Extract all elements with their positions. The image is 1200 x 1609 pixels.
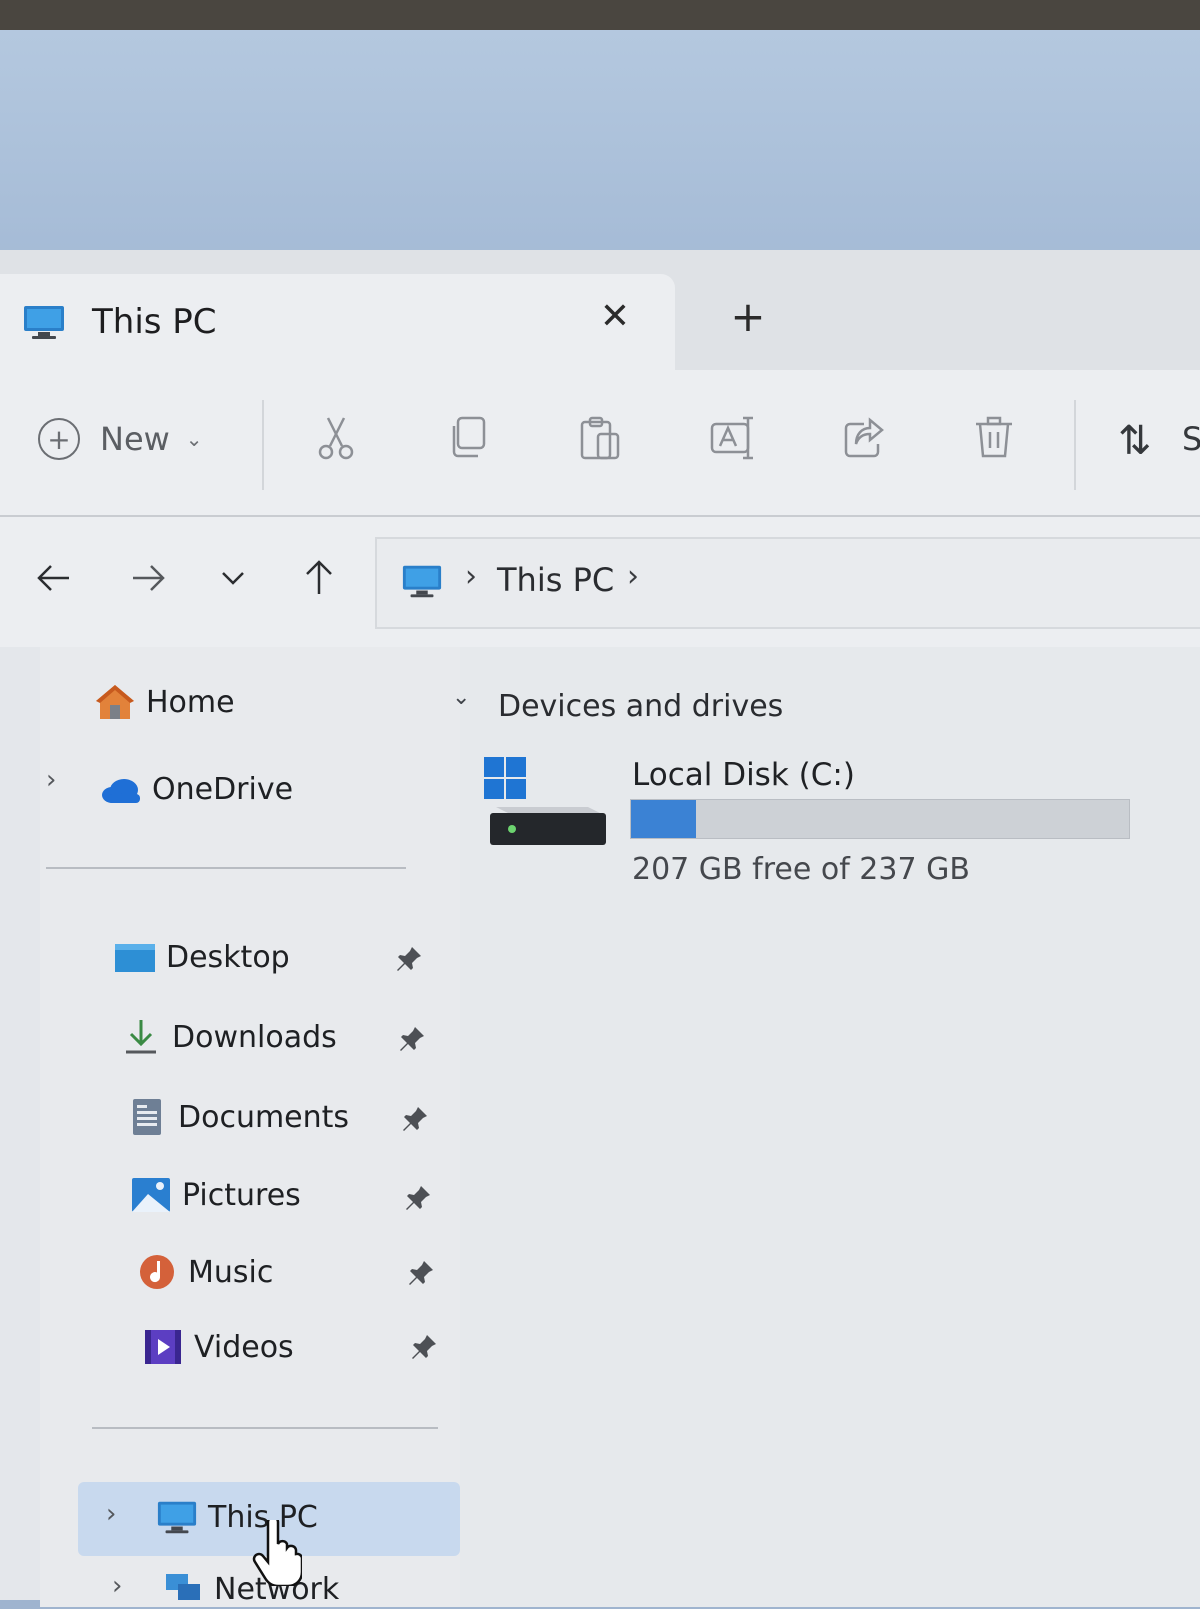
sidebar-divider bbox=[46, 867, 406, 869]
breadcrumb-separator[interactable]: › bbox=[627, 559, 639, 594]
delete-icon bbox=[976, 416, 1012, 458]
paste-button[interactable] bbox=[572, 410, 628, 466]
share-button[interactable] bbox=[836, 410, 892, 466]
file-explorer-window: This PC ✕ + + New ⌄ ⇅ S › This PC › Home… bbox=[0, 250, 1200, 1607]
sidebar-item-label: Downloads bbox=[172, 1019, 337, 1055]
sidebar-item-music[interactable]: Music bbox=[134, 1252, 273, 1292]
forward-arrow-icon bbox=[133, 565, 165, 591]
hand-cursor-icon bbox=[252, 1520, 302, 1586]
hard-drive-icon bbox=[484, 757, 606, 845]
up-button[interactable] bbox=[294, 553, 344, 603]
new-button[interactable]: + New ⌄ bbox=[38, 418, 203, 460]
documents-icon bbox=[133, 1099, 161, 1135]
drive-usage-fill bbox=[631, 800, 696, 838]
chevron-down-icon: ⌄ bbox=[185, 427, 203, 451]
tab-title: This PC bbox=[92, 302, 217, 342]
sidebar-item-label: Home bbox=[146, 684, 235, 720]
monitor-icon bbox=[402, 565, 442, 598]
sidebar-item-onedrive[interactable]: OneDrive bbox=[98, 769, 293, 809]
breadcrumb-this-pc[interactable]: This PC bbox=[497, 561, 614, 599]
pin-icon[interactable] bbox=[401, 1105, 429, 1133]
music-icon bbox=[140, 1255, 174, 1289]
delete-button[interactable] bbox=[966, 410, 1022, 466]
rename-icon bbox=[710, 416, 753, 460]
new-label: New bbox=[100, 420, 170, 458]
drive-name: Local Disk (C:) bbox=[632, 757, 855, 793]
pin-icon[interactable] bbox=[404, 1184, 432, 1212]
pin-icon[interactable] bbox=[398, 1025, 426, 1053]
navigation-bar: › This PC › bbox=[0, 517, 1200, 647]
sidebar-item-label: Music bbox=[188, 1254, 274, 1290]
navigation-pane: Home › OneDrive Desktop Downloads Docume… bbox=[40, 647, 460, 1607]
expand-this-pc-icon[interactable]: › bbox=[106, 1499, 116, 1529]
up-arrow-icon bbox=[306, 560, 332, 594]
monitor-icon bbox=[24, 306, 64, 339]
toolbar-divider bbox=[1074, 400, 1076, 490]
sidebar-item-pictures[interactable]: Pictures bbox=[128, 1175, 301, 1215]
sidebar-item-label: OneDrive bbox=[152, 771, 294, 807]
sidebar-item-downloads[interactable]: Downloads bbox=[118, 1017, 337, 1057]
copy-icon bbox=[452, 416, 486, 458]
sidebar-item-home[interactable]: Home bbox=[92, 682, 235, 722]
back-button[interactable] bbox=[28, 553, 78, 603]
close-tab-icon[interactable]: ✕ bbox=[595, 296, 635, 337]
network-icon bbox=[166, 1574, 200, 1600]
expand-onedrive-icon[interactable]: › bbox=[46, 765, 56, 795]
tab-this-pc[interactable]: This PC ✕ bbox=[0, 274, 675, 370]
breadcrumb-separator[interactable]: › bbox=[465, 559, 477, 594]
plus-circle-icon: + bbox=[38, 418, 80, 460]
share-icon bbox=[844, 417, 884, 458]
toolbar-divider bbox=[262, 400, 264, 490]
copy-button[interactable] bbox=[440, 410, 496, 466]
sidebar-item-videos[interactable]: Videos bbox=[140, 1327, 294, 1367]
drive-usage-bar bbox=[630, 799, 1130, 839]
downloads-icon bbox=[126, 1020, 156, 1054]
pictures-icon bbox=[132, 1178, 170, 1212]
sidebar-item-network[interactable]: Network bbox=[160, 1569, 339, 1609]
paste-icon bbox=[580, 416, 620, 460]
address-bar[interactable]: › This PC › bbox=[375, 537, 1200, 629]
desktop-wallpaper bbox=[0, 30, 1200, 260]
cut-button[interactable] bbox=[308, 410, 364, 466]
pin-icon[interactable] bbox=[395, 945, 423, 973]
sidebar-item-label: Videos bbox=[194, 1329, 294, 1365]
expand-network-icon[interactable]: › bbox=[112, 1571, 122, 1601]
section-header-devices-and-drives[interactable]: Devices and drives bbox=[498, 689, 783, 724]
cut-icon bbox=[318, 417, 354, 460]
forward-button[interactable] bbox=[124, 553, 174, 603]
chevron-down-icon[interactable]: ⌄ bbox=[452, 685, 470, 710]
chevron-down-icon bbox=[222, 572, 244, 585]
command-bar: + New ⌄ ⇅ S bbox=[0, 370, 1200, 517]
new-tab-button[interactable]: + bbox=[728, 292, 768, 341]
monitor-bezel bbox=[0, 0, 1200, 30]
content-pane: ⌄ Devices and drives Local Disk (C:) 207… bbox=[452, 647, 1200, 1607]
recent-locations-button[interactable] bbox=[208, 553, 258, 603]
drive-free-space: 207 GB free of 237 GB bbox=[632, 852, 970, 887]
monitor-icon bbox=[157, 1501, 197, 1534]
sidebar-item-label: Pictures bbox=[182, 1177, 301, 1213]
sidebar-item-desktop[interactable]: Desktop bbox=[112, 937, 290, 977]
pin-icon[interactable] bbox=[407, 1259, 435, 1287]
sidebar-item-label: Desktop bbox=[166, 939, 290, 975]
sort-label[interactable]: S bbox=[1182, 420, 1200, 458]
cloud-icon bbox=[102, 779, 140, 803]
sidebar-divider bbox=[92, 1427, 438, 1429]
home-icon bbox=[96, 685, 134, 719]
sidebar-item-documents[interactable]: Documents bbox=[124, 1097, 349, 1137]
desktop-folder-icon bbox=[115, 944, 155, 972]
tab-bar: This PC ✕ + bbox=[0, 250, 1200, 370]
videos-icon bbox=[145, 1330, 181, 1364]
pin-icon[interactable] bbox=[410, 1333, 438, 1361]
sidebar-item-label: Documents bbox=[178, 1099, 350, 1135]
back-arrow-icon bbox=[37, 565, 69, 591]
sort-icon[interactable]: ⇅ bbox=[1118, 418, 1152, 464]
rename-button[interactable] bbox=[704, 410, 760, 466]
